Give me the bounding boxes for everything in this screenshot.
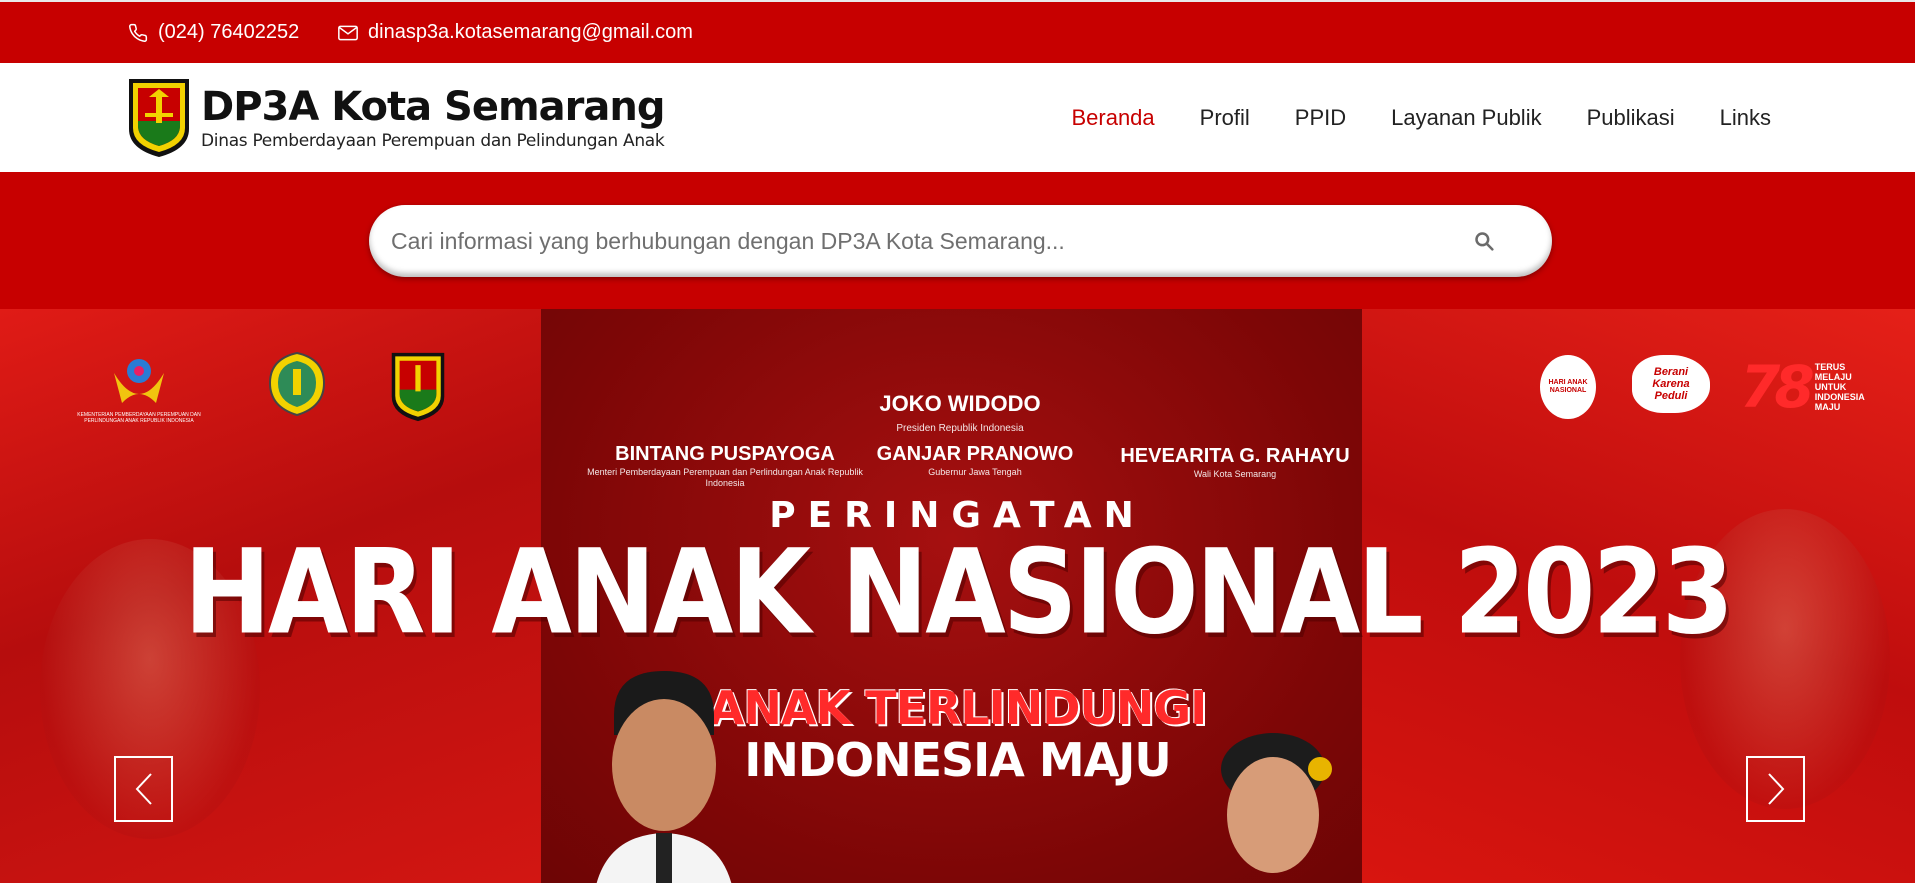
carousel-next-button[interactable] (1746, 756, 1805, 822)
hero-carousel: KEMENTERIAN PEMBERDAYAAN PEREMPUAN DAN P… (0, 309, 1915, 883)
banner-tagline-1: ANAK TERLINDUNGI (708, 681, 1207, 735)
email-address: dinasp3a.kotasemarang@gmail.com (368, 21, 693, 43)
semarang-crest-icon (129, 79, 189, 157)
portrait-jokowi (584, 665, 744, 883)
official-name-hevearita: HEVEARITA G. RAHAYU (1120, 445, 1350, 467)
site-logo[interactable]: DP3A Kota Semarang Dinas Pemberdayaan Pe… (127, 77, 665, 159)
nav-layanan-publik[interactable]: Layanan Publik (1391, 105, 1541, 131)
envelope-icon (338, 25, 358, 40)
official-role-ganjar: Gubernur Jawa Tengah (928, 467, 1022, 477)
official-name-bintang: BINTANG PUSPAYOGA (615, 443, 835, 465)
phone-icon (129, 23, 148, 42)
phone-number: (024) 76402252 (158, 21, 300, 43)
official-name-ganjar: GANJAR PRANOWO (876, 443, 1074, 465)
nav-links[interactable]: Links (1720, 105, 1771, 131)
official-role-jokowi: Presiden Republik Indonesia (896, 423, 1024, 434)
search-button[interactable] (1454, 211, 1514, 271)
banner-tagline-2: INDONESIA MAJU (744, 733, 1172, 787)
portrait-bintang-icon (1221, 733, 1332, 873)
nav-ppid[interactable]: PPID (1295, 105, 1346, 131)
main-nav: Beranda Profil PPID Layanan Publik Publi… (1026, 63, 1771, 172)
official-role-bintang: Menteri Pemberdayaan Perempuan dan Perli… (587, 467, 863, 488)
nav-beranda[interactable]: Beranda (1071, 105, 1154, 131)
nav-publikasi[interactable]: Publikasi (1587, 105, 1675, 131)
portrait-bintang (1198, 729, 1348, 883)
chevron-right-icon (1767, 773, 1784, 805)
nav-profil[interactable]: Profil (1200, 105, 1250, 131)
phone-contact[interactable]: (024) 76402252 (128, 2, 299, 63)
search-icon (1475, 232, 1494, 251)
carousel-prev-button[interactable] (114, 756, 173, 822)
site-header: DP3A Kota Semarang Dinas Pemberdayaan Pe… (0, 63, 1915, 172)
official-name-jokowi: JOKO WIDODO (879, 391, 1041, 416)
top-contact-bar: (024) 76402252 dinasp3a.kotasemarang@gma… (0, 0, 1915, 63)
official-role-hevearita: Wali Kota Semarang (1193, 469, 1277, 479)
site-title: DP3A Kota Semarang (201, 84, 665, 130)
officials-block: JOKO WIDODO Presiden Republik Indonesia … (0, 309, 1915, 509)
search-input[interactable] (369, 205, 1454, 277)
search-box (369, 205, 1552, 277)
banner-headline: HARI ANAK NASIONAL 2023 (183, 524, 1734, 661)
search-band (0, 172, 1915, 309)
portrait-jokowi-icon (596, 671, 732, 883)
email-contact[interactable]: dinasp3a.kotasemarang@gmail.com (338, 2, 693, 63)
chevron-left-icon (135, 773, 152, 805)
site-subtitle: Dinas Pemberdayaan Perempuan dan Pelindu… (201, 131, 665, 151)
